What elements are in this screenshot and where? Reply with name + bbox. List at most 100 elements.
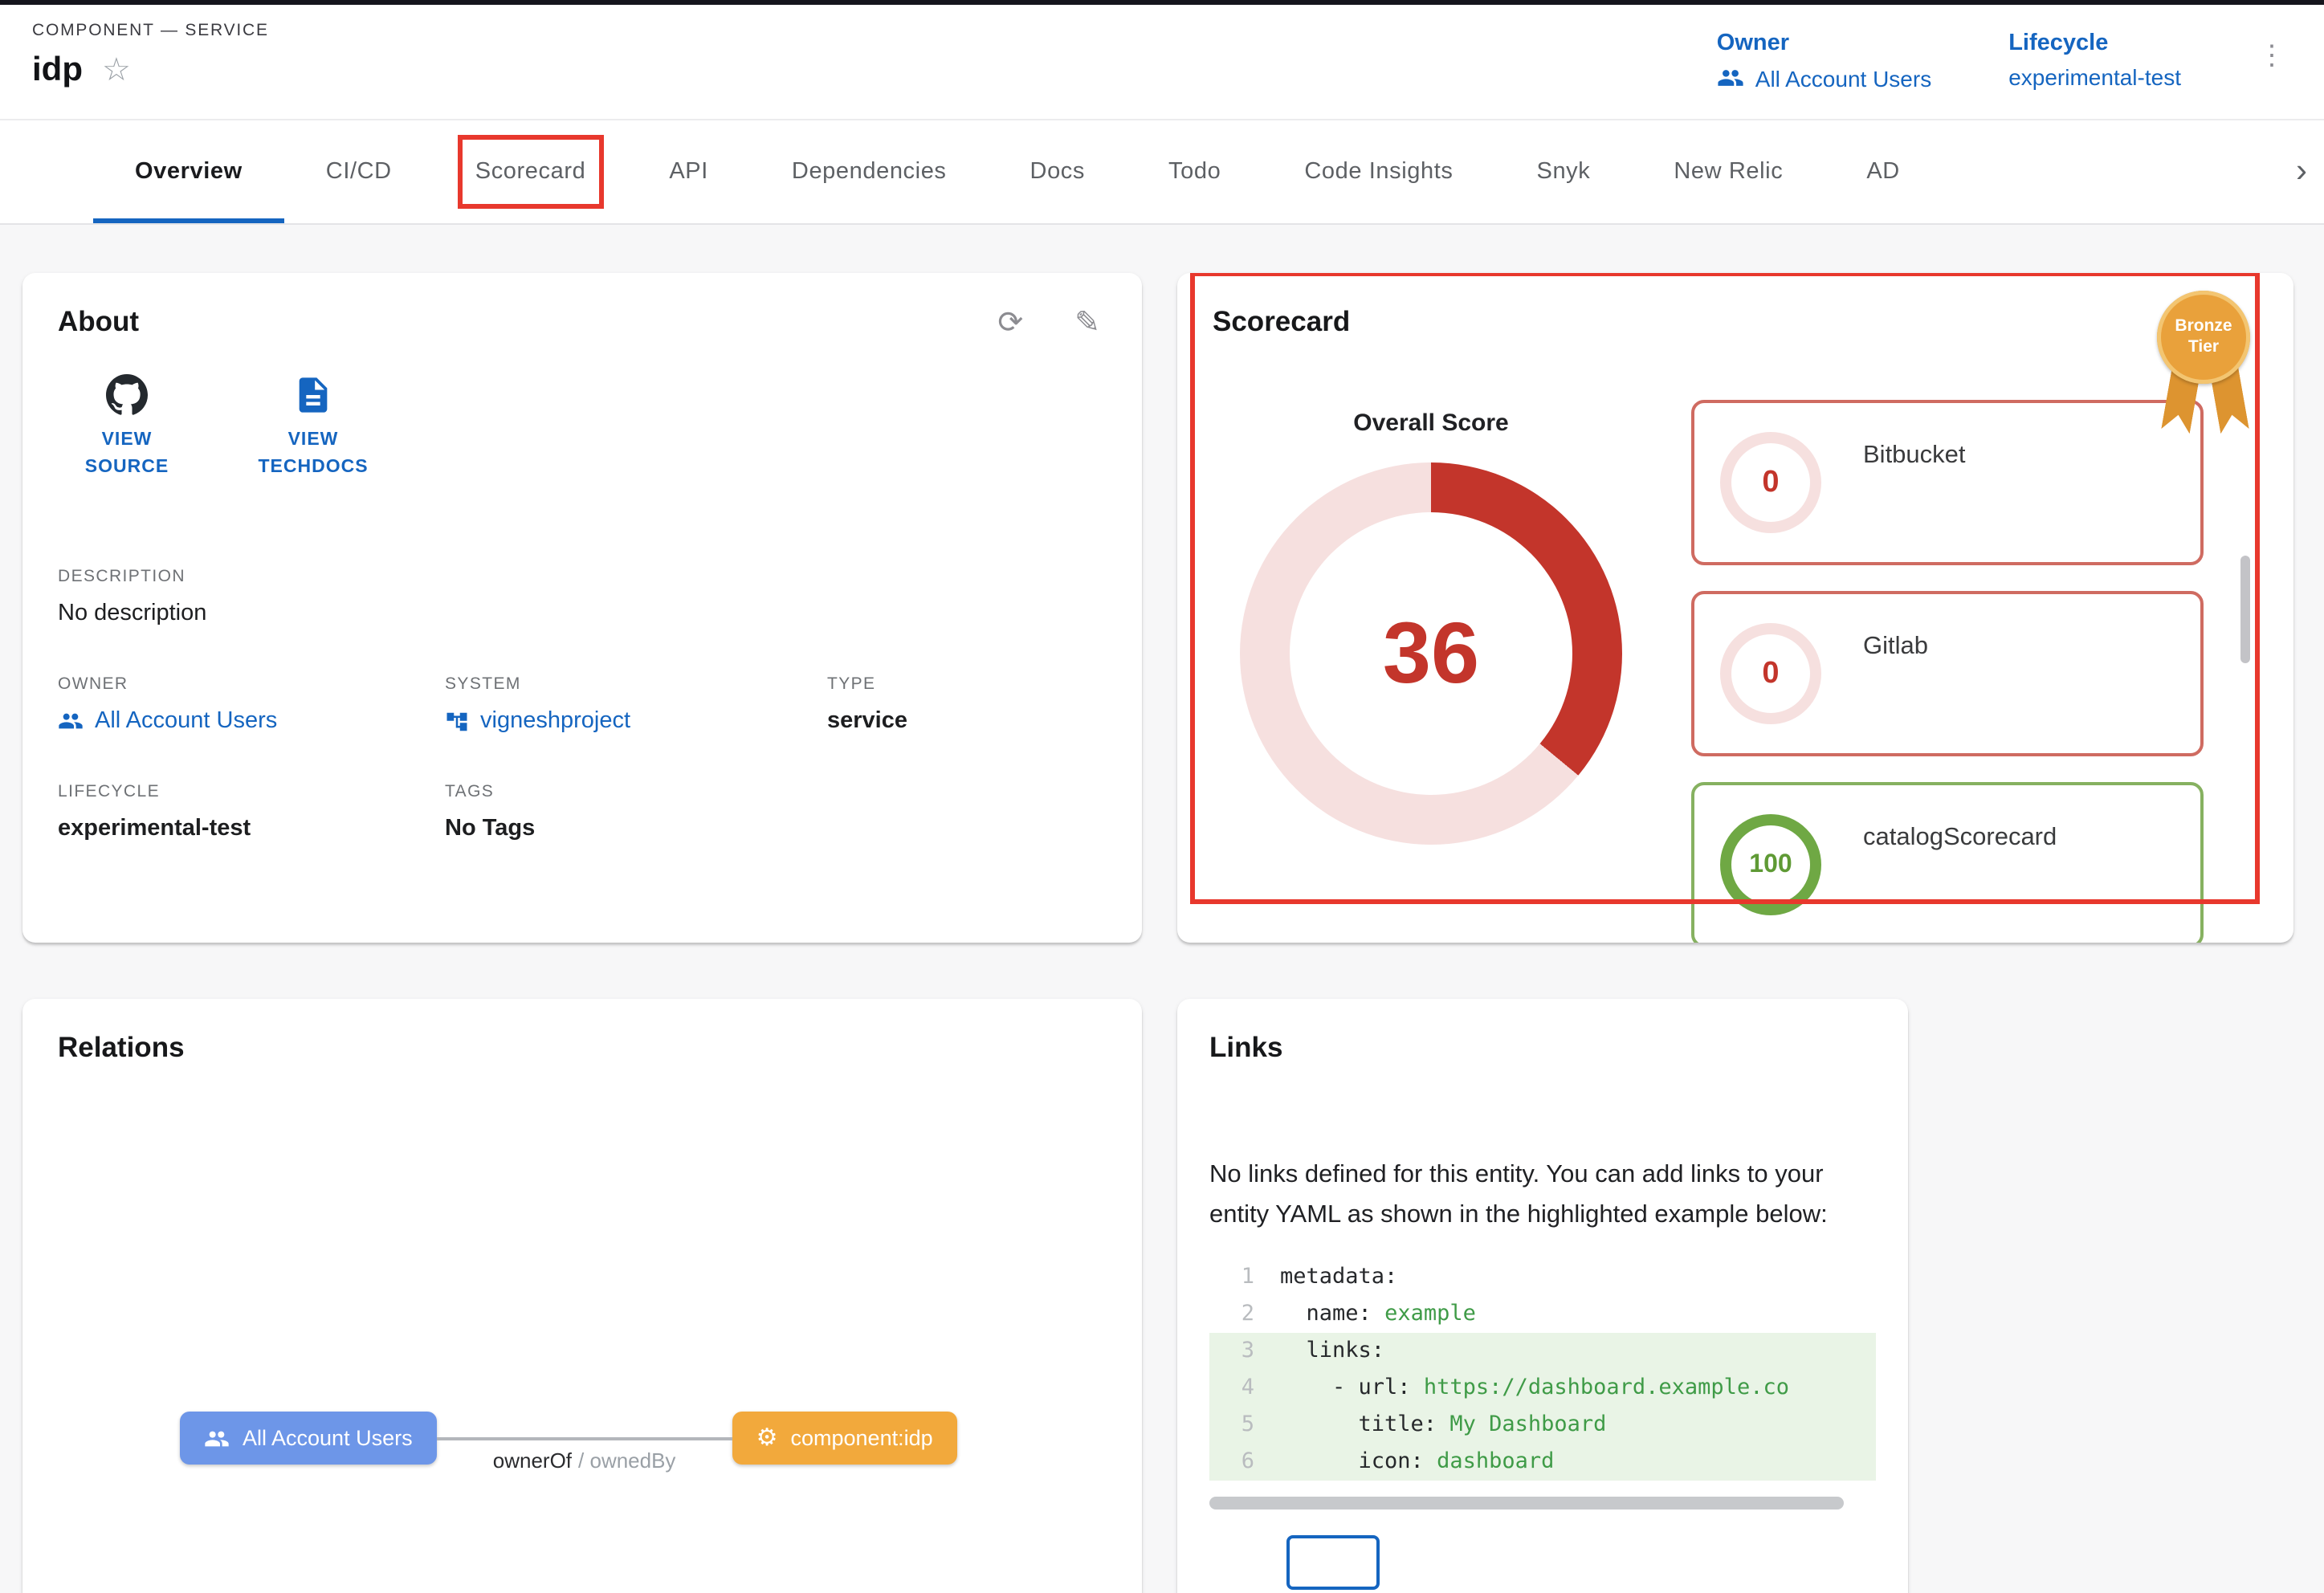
about-title: About	[58, 305, 1107, 339]
system-tree-icon	[445, 710, 469, 734]
favorite-star-icon[interactable]: ☆	[102, 55, 131, 87]
code-line: 3 links:	[1209, 1332, 1876, 1369]
page-title: idp	[32, 51, 83, 90]
scorecard-card: Bronze Tier Scorecard Overall Score 36 0…	[1177, 273, 2293, 943]
relation-edge-label: ownerOf/ ownedBy	[493, 1448, 676, 1473]
relation-node-component[interactable]: ⚙ component:idp	[732, 1412, 957, 1465]
relation-node-owner[interactable]: All Account Users	[180, 1412, 437, 1465]
system-link-label: vigneshproject	[480, 709, 630, 735]
relation-edge-line	[437, 1437, 732, 1440]
page-header: COMPONENT — SERVICE idp ☆ Owner All Acco…	[0, 5, 2324, 120]
description-field: DESCRIPTION No description	[58, 568, 1107, 627]
code-block: 1metadata:2 name: example3 links:4 - url…	[1209, 1258, 1876, 1480]
people-icon	[1717, 64, 1744, 92]
type-field-label: TYPE	[827, 675, 1107, 695]
edit-pencil-icon[interactable]: ✎	[1074, 305, 1100, 342]
view-source-button[interactable]: VIEW SOURCE	[58, 374, 196, 481]
tags-field-label: TAGS	[445, 783, 827, 802]
score-ring: 100	[1720, 814, 1821, 915]
score-value: 0	[1762, 465, 1779, 500]
refresh-icon[interactable]: ⟳	[997, 305, 1023, 342]
scorecard-item-list: 0 Bitbucket 0 Gitlab 100 catalogScorecard	[1691, 400, 2204, 943]
relations-card: Relations All Account Users ownerOf/ own…	[22, 999, 1142, 1593]
score-label: Gitlab	[1863, 633, 1928, 662]
scorecard-item[interactable]: 0 Gitlab	[1691, 591, 2204, 756]
overall-score-donut: 36	[1240, 462, 1622, 845]
scorecard-title: Scorecard	[1213, 305, 2258, 339]
view-source-label: VIEW SOURCE	[58, 427, 196, 481]
owner-label-link[interactable]: Owner	[1717, 31, 1931, 56]
tab-ad[interactable]: AD	[1825, 120, 1942, 223]
people-icon	[204, 1425, 230, 1451]
score-label: catalogScorecard	[1863, 824, 2057, 853]
edge-label-secondary: / ownedBy	[578, 1448, 675, 1473]
code-line: 5 title: My Dashboard	[1209, 1406, 1876, 1443]
header-left: COMPONENT — SERVICE idp ☆	[32, 21, 269, 90]
clipped-action-button[interactable]	[1286, 1534, 1380, 1589]
breadcrumb: COMPONENT — SERVICE	[32, 21, 269, 40]
document-icon	[292, 374, 334, 416]
code-line: 2 name: example	[1209, 1295, 1876, 1332]
tab-api[interactable]: API	[627, 120, 750, 223]
relation-edge: ownerOf/ ownedBy	[437, 1412, 732, 1465]
lifecycle-block: Lifecycle experimental-test	[2008, 31, 2181, 90]
score-ring: 0	[1720, 623, 1821, 724]
kebab-menu-icon[interactable]: ⋮	[2258, 40, 2285, 72]
system-link[interactable]: vigneshproject	[445, 709, 827, 735]
code-scrollbar-horizontal[interactable]	[1209, 1496, 1844, 1509]
tab-overview[interactable]: Overview	[93, 120, 284, 223]
scorecard-item[interactable]: 0 Bitbucket	[1691, 400, 2204, 565]
about-card: About ⟳ ✎ VIEW SOURCE VIEW TECHDOCS DESC…	[22, 273, 1142, 943]
tab-ci-cd[interactable]: CI/CD	[284, 120, 434, 223]
code-line: 4 - url: https://dashboard.example.co	[1209, 1369, 1876, 1406]
overall-score-section: Overall Score 36	[1213, 339, 1649, 943]
score-value: 0	[1762, 656, 1779, 691]
edge-label-primary: ownerOf	[493, 1448, 572, 1473]
lifecycle-value: experimental-test	[58, 817, 445, 842]
lifecycle-label-link[interactable]: Lifecycle	[2008, 31, 2181, 56]
tab-dependencies[interactable]: Dependencies	[750, 120, 989, 223]
scorecard-scrollbar[interactable]	[2240, 556, 2250, 663]
overall-score-label: Overall Score	[1353, 409, 1508, 437]
tier-badge-label: Bronze Tier	[2171, 317, 2236, 357]
lifecycle-field: LIFECYCLE experimental-test	[58, 783, 445, 842]
scorecard-item[interactable]: 100 catalogScorecard	[1691, 782, 2204, 943]
view-techdocs-label: VIEW TECHDOCS	[244, 427, 382, 481]
owner-value-link[interactable]: All Account Users	[1755, 65, 1931, 91]
tab-bar-items: OverviewCI/CDScorecardAPIDependenciesDoc…	[93, 120, 1942, 223]
links-empty-message: No links defined for this entity. You ca…	[1209, 1155, 1876, 1236]
links-title: Links	[1209, 1031, 1876, 1065]
tab-scroll-right-icon[interactable]: ›	[2279, 120, 2324, 222]
description-value: No description	[58, 601, 1107, 627]
tab-scorecard[interactable]: Scorecard	[434, 120, 628, 223]
owner-link[interactable]: All Account Users	[58, 709, 445, 735]
view-techdocs-button[interactable]: VIEW TECHDOCS	[244, 374, 382, 481]
tab-todo[interactable]: Todo	[1127, 120, 1262, 223]
score-ring: 0	[1720, 432, 1821, 533]
tab-docs[interactable]: Docs	[989, 120, 1127, 223]
tab-new-relic[interactable]: New Relic	[1632, 120, 1825, 223]
main-content: About ⟳ ✎ VIEW SOURCE VIEW TECHDOCS DESC…	[0, 225, 2324, 1593]
bronze-tier-badge: Bronze Tier	[2157, 291, 2253, 384]
score-label: Bitbucket	[1863, 442, 1966, 471]
lifecycle-value: experimental-test	[2008, 64, 2181, 90]
description-label: DESCRIPTION	[58, 568, 1107, 587]
overall-score-value: 36	[1240, 462, 1622, 845]
score-value: 100	[1749, 850, 1792, 879]
relation-graph: All Account Users ownerOf/ ownedBy ⚙ com…	[180, 1412, 957, 1465]
tab-snyk[interactable]: Snyk	[1495, 120, 1633, 223]
app: COMPONENT — SERVICE idp ☆ Owner All Acco…	[0, 0, 2324, 1591]
owner-field-label: OWNER	[58, 675, 445, 695]
owner-field: OWNER All Account Users	[58, 675, 445, 735]
tags-field: TAGS No Tags	[445, 783, 827, 842]
code-line: 6 icon: dashboard	[1209, 1443, 1876, 1480]
tab-bar: OverviewCI/CDScorecardAPIDependenciesDoc…	[0, 120, 2324, 225]
relation-node-owner-label: All Account Users	[243, 1426, 413, 1450]
system-field: SYSTEM vigneshproject	[445, 675, 827, 735]
type-field: TYPE service	[827, 675, 1107, 735]
owner-block: Owner All Account Users	[1717, 31, 1931, 92]
tab-code-insights[interactable]: Code Insights	[1262, 120, 1494, 223]
lifecycle-field-label: LIFECYCLE	[58, 783, 445, 802]
tags-value: No Tags	[445, 817, 827, 842]
gear-icon: ⚙	[756, 1426, 778, 1450]
